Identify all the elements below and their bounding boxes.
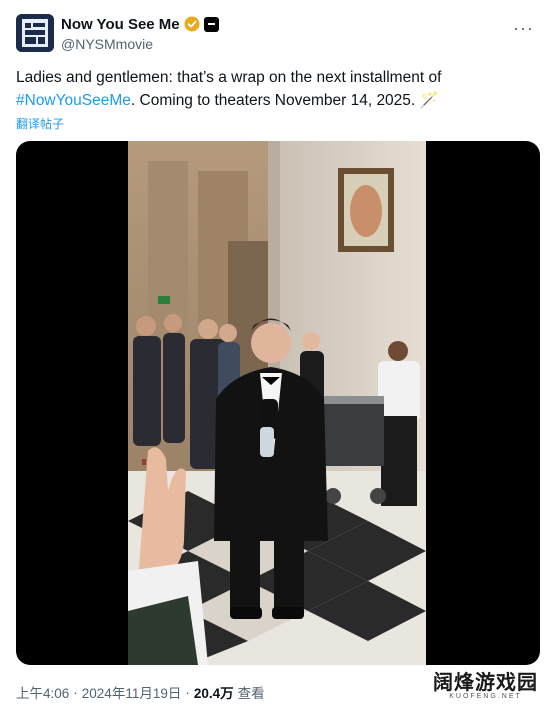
magic-wand-emoji: 🪄 [419,92,439,109]
handle[interactable]: @NYSMmovie [61,36,219,52]
tweet-text-part: . Coming to theaters November 14, 2025. [130,92,420,109]
affiliation-badge-icon [203,16,219,32]
video-player[interactable] [16,141,540,665]
translate-post-link[interactable]: 翻译帖子 [16,115,64,132]
avatar-logo [16,14,54,52]
site-watermark: 阔烽游戏园 KUOFENG.NET [433,666,538,700]
video-frame [128,141,426,665]
display-name[interactable]: Now You See Me [61,16,180,33]
views-label[interactable]: 查看 [238,682,265,702]
tweet-date[interactable]: 2024年11月19日 [82,682,182,702]
watermark-text: 阔烽游戏园 [433,670,538,694]
avatar[interactable] [16,14,54,52]
tweet-text: Ladies and gentlemen: that’s a wrap on t… [16,66,516,112]
more-options-icon[interactable]: ··· [513,18,534,39]
meta-separator: · [185,684,190,700]
tweet-meta: 上午4:06 · 2024年11月19日 · 20.4万 查看 [16,682,265,702]
verified-badge-icon [184,16,200,32]
video-still-image [128,141,426,665]
hashtag-link[interactable]: #NowYouSeeMe [16,92,131,109]
tweet-time[interactable]: 上午4:06 [16,682,69,702]
tweet-text-part: Ladies and gentlemen: that’s a wrap on t… [16,69,442,86]
watermark-subtext: KUOFENG.NET [449,693,522,700]
meta-separator: · [73,684,78,700]
tweet-header: Now You See Me @NYSMmovie ··· [16,12,534,56]
views-count: 20.4万 [193,686,234,701]
